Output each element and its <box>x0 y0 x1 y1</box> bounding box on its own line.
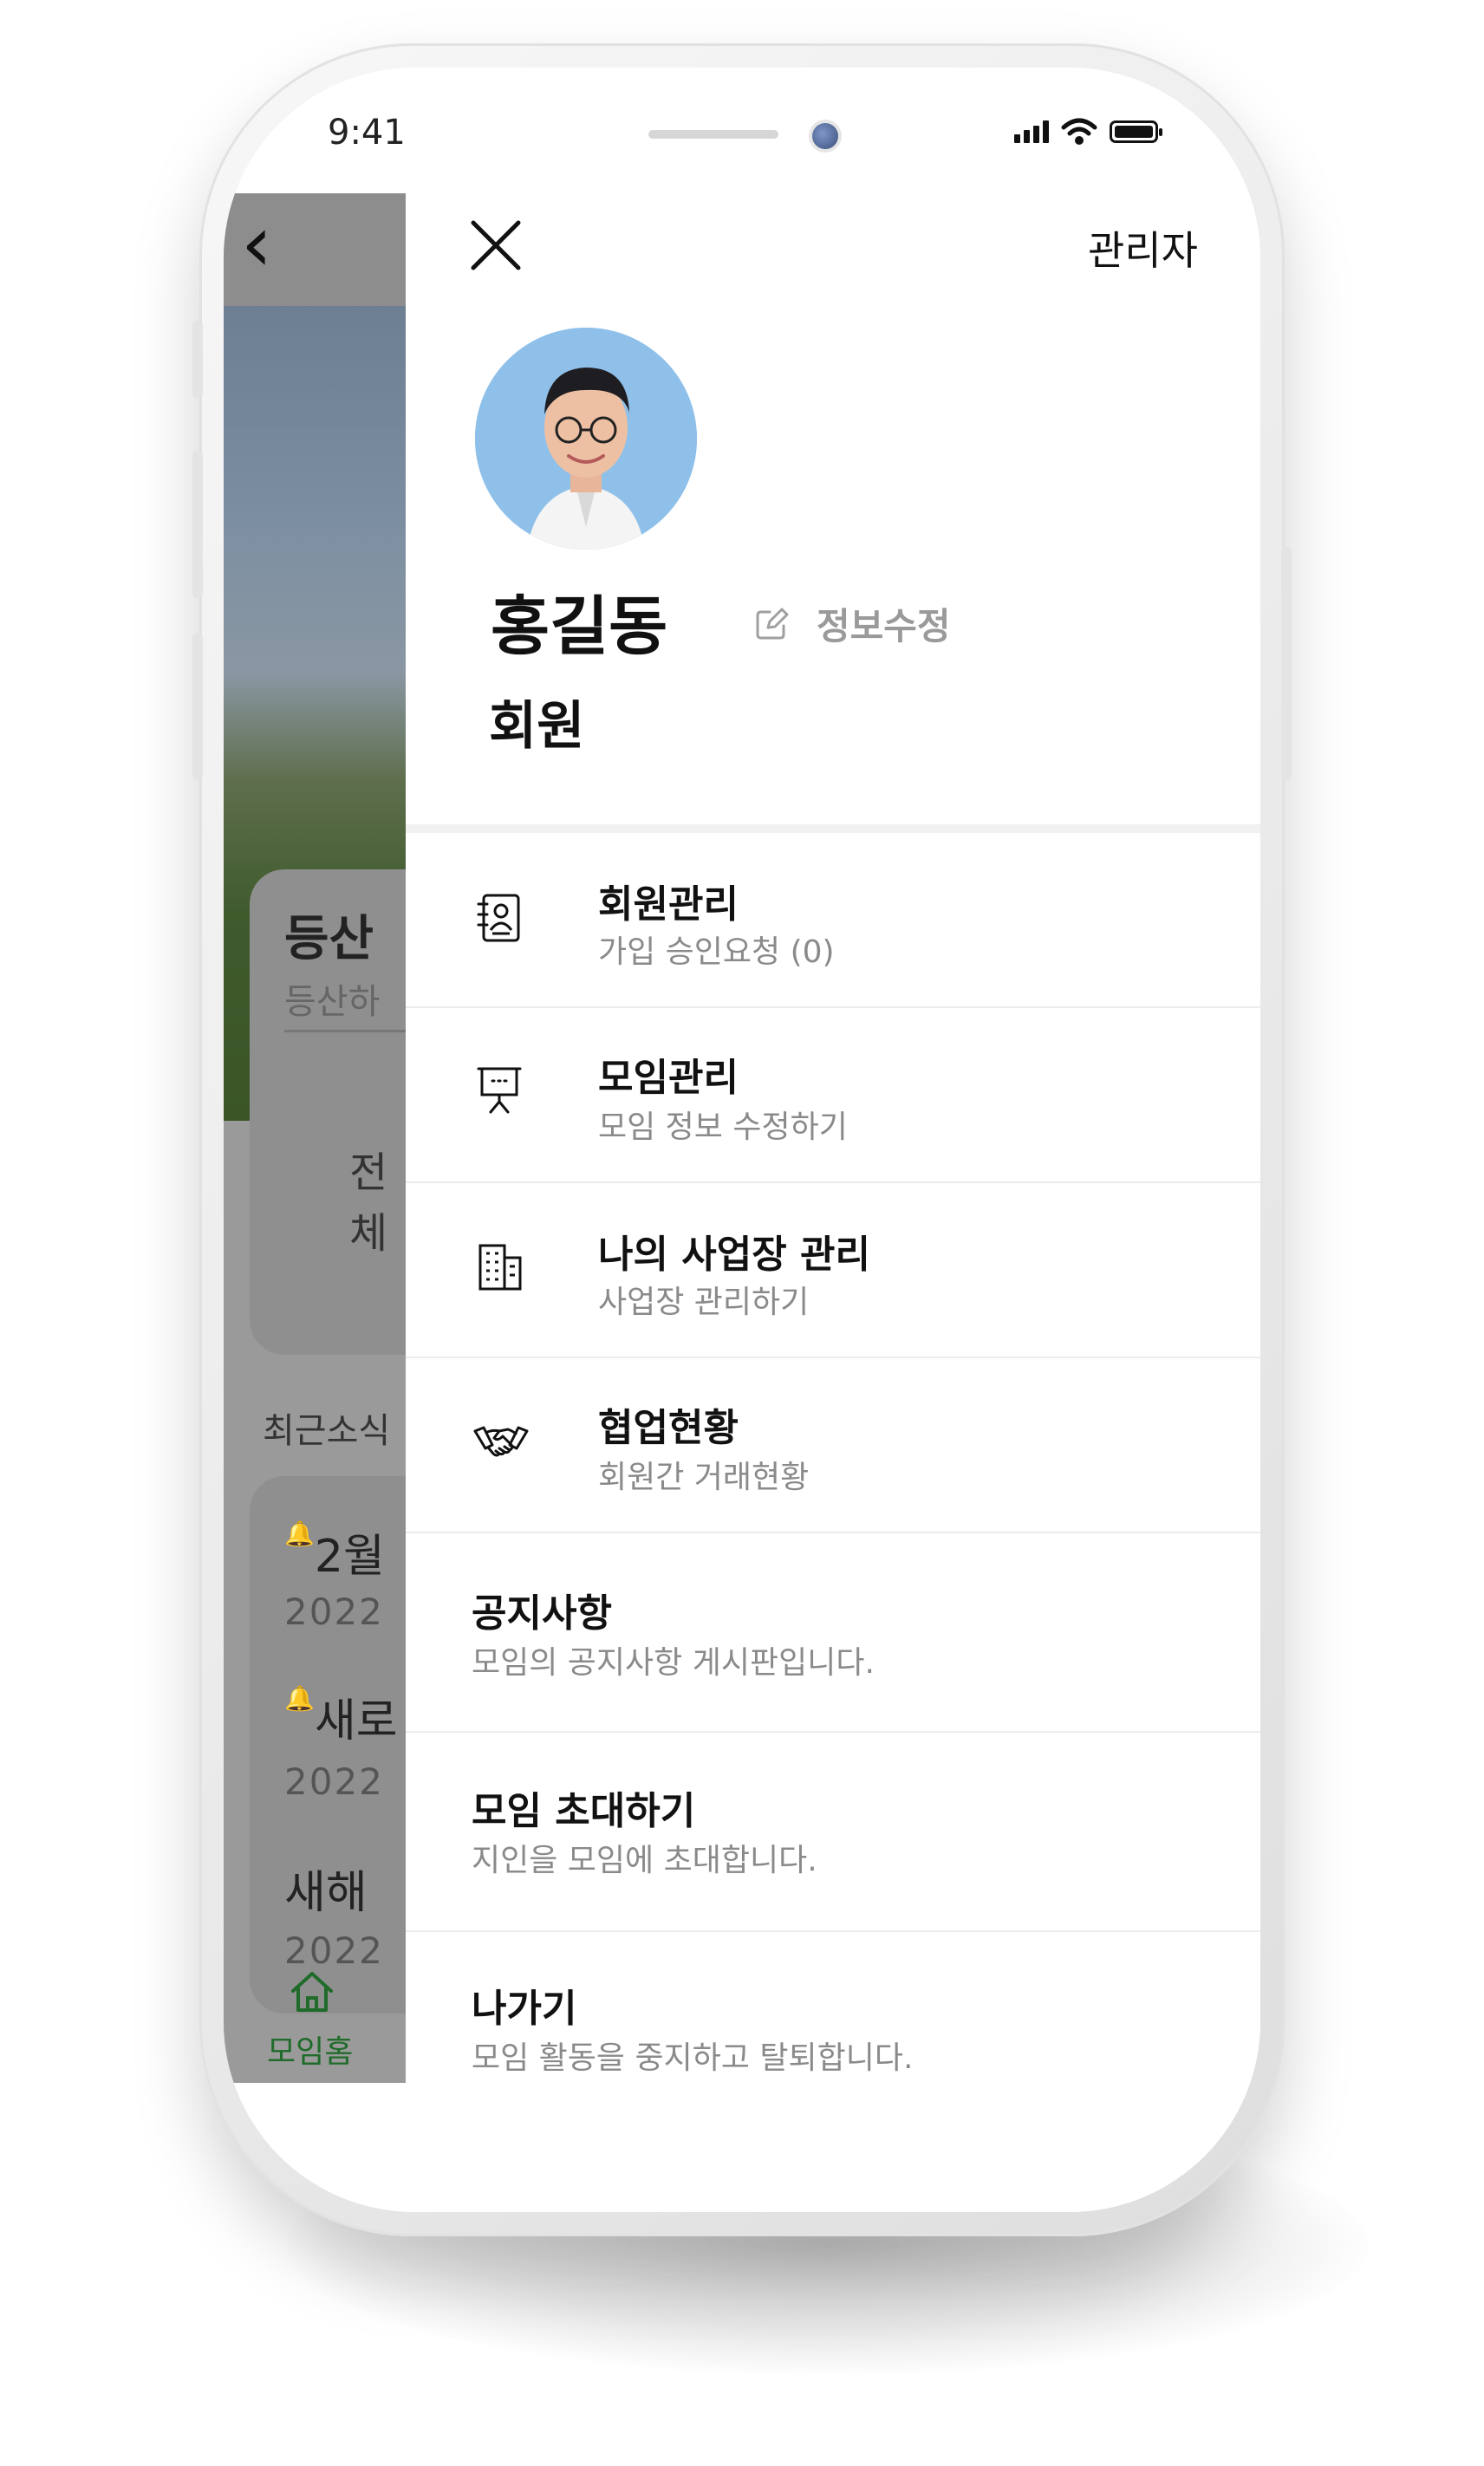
menu-item-leave[interactable]: 나가기 모임 활동을 중지하고 탈퇴합니다. <box>406 1932 1260 2131</box>
building-icon <box>473 1240 525 1292</box>
menu-item-invite[interactable]: 모임 초대하기 지인을 모임에 초대합니다. <box>406 1733 1260 1932</box>
edit-profile-button[interactable]: 정보수정 <box>752 597 951 650</box>
menu-subtitle: 모임 활동을 중지하고 탈퇴합니다. <box>472 2040 914 2076</box>
background-recent-label: 최근소식 <box>263 1411 391 1451</box>
user-name: 홍길동 <box>491 589 668 664</box>
admin-link[interactable]: 관리자 <box>1088 219 1198 277</box>
phone-screen: 9:41 ‹ 등산 등산하 전체 최근소식 🔔2월 2022 🔔새로 2022 … <box>224 68 1260 2212</box>
status-time: 9:41 <box>328 113 406 153</box>
menu-subtitle: 지인을 모임에 초대합니다. <box>472 1843 817 1878</box>
volume-down-button <box>192 633 203 780</box>
side-drawer: 관리자 홍길동 정보수정 회원 회원관리 가입 승인요청 (0) 모임관리 모임… <box>406 193 1260 2212</box>
power-button <box>1281 546 1292 780</box>
status-icons <box>1014 118 1162 146</box>
background-group-title: 등산 <box>284 911 374 967</box>
menu-subtitle: 회원간 거래현황 <box>598 1460 810 1495</box>
menu-subtitle: 가입 승인요청 (0) <box>598 934 835 970</box>
background-news-year: 2022 <box>284 1591 384 1633</box>
back-chevron-icon[interactable]: ‹ <box>241 205 272 283</box>
mute-switch <box>192 321 203 399</box>
background-news-year: 2022 <box>284 1760 384 1803</box>
edit-pencil-icon <box>756 608 789 639</box>
menu-title: 협업현황 <box>598 1406 739 1450</box>
menu-title: 나의 사업장 관리 <box>598 1233 870 1277</box>
home-icon[interactable] <box>289 1970 335 2014</box>
menu-item-notices[interactable]: 공지사항 모임의 공지사항 게시판입니다. <box>406 1533 1260 1733</box>
background-news-title: 새해 <box>284 1867 368 1919</box>
menu-subtitle: 모임 정보 수정하기 <box>598 1109 848 1145</box>
menu-title: 모임 초대하기 <box>472 1789 696 1833</box>
menu-title: 회원관리 <box>598 882 739 927</box>
tab-home-label[interactable]: 모임홈 <box>267 2027 353 2072</box>
user-role: 회원 <box>489 696 585 757</box>
earpiece-speaker <box>648 130 778 139</box>
background-app-overlay[interactable]: ‹ 등산 등산하 전체 최근소식 🔔2월 2022 🔔새로 2022 새해 20… <box>224 193 406 2083</box>
background-news-title: 🔔새로 <box>284 1684 398 1747</box>
wifi-icon <box>1061 118 1097 145</box>
background-news-title: 🔔2월 <box>284 1519 385 1583</box>
alert-bell-icon: 🔔 <box>284 1519 315 1548</box>
close-icon <box>471 220 521 270</box>
menu-title: 모임관리 <box>598 1056 739 1100</box>
volume-up-button <box>192 451 203 598</box>
menu-subtitle: 모임의 공지사항 게시판입니다. <box>472 1645 875 1681</box>
front-camera <box>809 120 842 153</box>
background-card-divider <box>284 1030 406 1032</box>
menu-title: 나가기 <box>472 1987 577 2031</box>
close-button[interactable] <box>461 211 530 280</box>
background-total-label: 전체 <box>349 1148 388 1258</box>
section-divider <box>406 824 1260 833</box>
alert-bell-icon: 🔔 <box>284 1684 315 1713</box>
battery-icon <box>1110 120 1162 143</box>
menu-item-collaboration[interactable]: 협업현황 회원간 거래현황 <box>406 1358 1260 1533</box>
edit-profile-label: 정보수정 <box>817 605 951 647</box>
avatar <box>475 328 697 550</box>
member-book-icon <box>473 892 525 944</box>
handshake-icon <box>473 1419 529 1471</box>
background-group-subtitle: 등산하 <box>284 982 381 1022</box>
menu-subtitle: 사업장 관리하기 <box>598 1285 810 1320</box>
background-news-year: 2022 <box>284 1929 384 1972</box>
menu-title: 공지사항 <box>472 1591 612 1636</box>
presentation-board-icon <box>473 1064 525 1116</box>
cellular-signal-icon <box>1014 120 1049 143</box>
menu-item-group-management[interactable]: 모임관리 모임 정보 수정하기 <box>406 1008 1260 1183</box>
menu-item-my-business[interactable]: 나의 사업장 관리 사업장 관리하기 <box>406 1183 1260 1358</box>
menu-item-member-management[interactable]: 회원관리 가입 승인요청 (0) <box>406 833 1260 1008</box>
